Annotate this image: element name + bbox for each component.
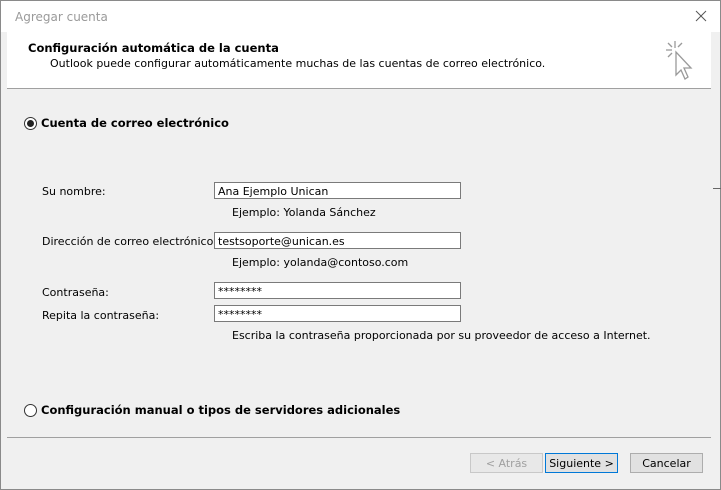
- close-icon: [695, 10, 707, 22]
- email-hint: Ejemplo: yolanda@contoso.com: [232, 256, 409, 269]
- footer-divider: [7, 437, 711, 438]
- back-button[interactable]: < Atrás: [470, 453, 543, 473]
- radio-selected[interactable]: [24, 116, 37, 130]
- title-bar[interactable]: Agregar cuenta: [1, 1, 720, 32]
- name-input[interactable]: Ana Ejemplo Unican: [214, 182, 461, 199]
- password-hint: Escriba la contraseña proporcionada por …: [232, 329, 651, 342]
- header-title: Configuración automática de la cuenta: [28, 41, 279, 55]
- close-button[interactable]: [688, 5, 714, 27]
- manual-config-label: Configuración manual o tipos de servidor…: [41, 403, 401, 417]
- password-repeat-input[interactable]: ********: [214, 305, 461, 322]
- name-label: Su nombre:: [42, 185, 106, 198]
- email-account-label: Cuenta de correo electrónico: [41, 116, 229, 130]
- password-input[interactable]: ********: [214, 282, 461, 299]
- email-input[interactable]: testsoporte@unican.es: [214, 232, 461, 249]
- wizard-content: Cuenta de correo electrónico Su nombre: …: [7, 89, 711, 435]
- wizard-header: Configuración automática de la cuenta Ou…: [7, 31, 711, 89]
- cancel-button[interactable]: Cancelar: [630, 453, 703, 473]
- email-label: Dirección de correo electrónico:: [42, 235, 218, 248]
- background-window-edge: [713, 188, 721, 189]
- window-title: Agregar cuenta: [15, 10, 108, 24]
- next-button[interactable]: Siguiente >: [545, 453, 618, 473]
- email-account-radio[interactable]: Cuenta de correo electrónico: [24, 116, 229, 130]
- manual-config-radio[interactable]: Configuración manual o tipos de servidor…: [24, 403, 400, 417]
- header-subtitle: Outlook puede configurar automáticamente…: [50, 57, 546, 70]
- radio-unselected[interactable]: [24, 403, 37, 417]
- password-label: Contraseña:: [42, 286, 109, 299]
- cursor-click-icon: [666, 41, 693, 80]
- name-hint: Ejemplo: Yolanda Sánchez: [232, 206, 376, 219]
- password-repeat-label: Repita la contraseña:: [42, 309, 160, 322]
